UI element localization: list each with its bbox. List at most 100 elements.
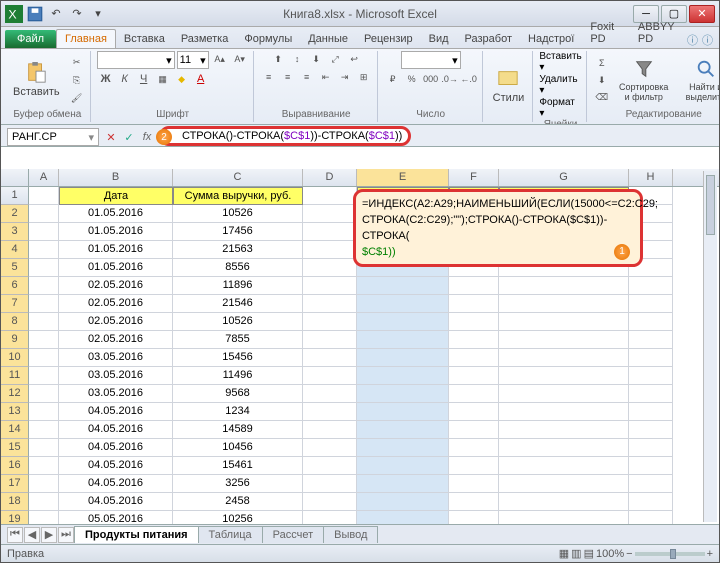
accept-formula-icon[interactable]: ✓ xyxy=(121,129,137,145)
cell[interactable] xyxy=(499,457,629,475)
cell[interactable] xyxy=(357,421,449,439)
cell[interactable] xyxy=(29,385,59,403)
number-format-select[interactable]: ▾ xyxy=(401,51,461,69)
cell[interactable] xyxy=(449,385,499,403)
cell[interactable]: 03.05.2016 xyxy=(59,349,173,367)
cell[interactable]: 01.05.2016 xyxy=(59,241,173,259)
cell[interactable] xyxy=(303,349,357,367)
col-header[interactable]: G xyxy=(499,169,629,186)
cell[interactable]: 04.05.2016 xyxy=(59,493,173,511)
row-header[interactable]: 11 xyxy=(1,367,29,385)
cell[interactable] xyxy=(357,493,449,511)
cell[interactable] xyxy=(449,313,499,331)
col-header[interactable]: H xyxy=(629,169,673,186)
wrap-text-icon[interactable]: ↩ xyxy=(345,51,363,67)
cell[interactable] xyxy=(29,349,59,367)
cell[interactable] xyxy=(303,241,357,259)
cell[interactable]: 01.05.2016 xyxy=(59,205,173,223)
cell[interactable] xyxy=(29,367,59,385)
cell[interactable]: 01.05.2016 xyxy=(59,259,173,277)
cell[interactable]: 04.05.2016 xyxy=(59,457,173,475)
cell[interactable]: 21546 xyxy=(173,295,303,313)
name-box[interactable]: РАНГ.СР▾ xyxy=(7,128,99,146)
cell[interactable] xyxy=(303,367,357,385)
cell[interactable] xyxy=(357,277,449,295)
cell[interactable]: 17456 xyxy=(173,223,303,241)
cell[interactable] xyxy=(629,421,673,439)
shrink-font-icon[interactable]: A▾ xyxy=(231,51,249,67)
cell[interactable] xyxy=(357,313,449,331)
percent-icon[interactable]: % xyxy=(403,71,421,87)
cell[interactable] xyxy=(303,385,357,403)
dec-decimal-icon[interactable]: ←.0 xyxy=(460,71,478,87)
row-header[interactable]: 13 xyxy=(1,403,29,421)
row-header[interactable]: 16 xyxy=(1,457,29,475)
cell[interactable] xyxy=(449,475,499,493)
cell[interactable]: 3256 xyxy=(173,475,303,493)
cell-header[interactable]: Дата xyxy=(59,187,173,205)
cell[interactable] xyxy=(29,421,59,439)
cell[interactable] xyxy=(629,331,673,349)
fill-color-icon[interactable]: ◆ xyxy=(173,71,191,87)
cell[interactable] xyxy=(629,277,673,295)
find-select-button[interactable]: Найти и выделить xyxy=(677,56,719,104)
cell[interactable]: 11896 xyxy=(173,277,303,295)
cell[interactable] xyxy=(357,457,449,475)
cell[interactable] xyxy=(449,277,499,295)
close-button[interactable]: ✕ xyxy=(689,5,715,23)
sort-filter-button[interactable]: Сортировка и фильтр xyxy=(615,56,673,104)
cell[interactable] xyxy=(303,223,357,241)
cell[interactable] xyxy=(629,475,673,493)
cell[interactable]: 02.05.2016 xyxy=(59,331,173,349)
formula-input[interactable]: 2 СТРОКА()-СТРОКА($C$1))-СТРОКА($C$1)) xyxy=(159,128,719,146)
cell[interactable] xyxy=(303,403,357,421)
bold-icon[interactable]: Ж xyxy=(97,71,115,87)
inc-decimal-icon[interactable]: .0→ xyxy=(441,71,459,87)
row-header[interactable]: 15 xyxy=(1,439,29,457)
grow-font-icon[interactable]: A▴ xyxy=(211,51,229,67)
row-header[interactable]: 12 xyxy=(1,385,29,403)
cell[interactable] xyxy=(303,277,357,295)
cell[interactable] xyxy=(629,457,673,475)
cell[interactable]: 15461 xyxy=(173,457,303,475)
cell[interactable]: 04.05.2016 xyxy=(59,439,173,457)
cell[interactable] xyxy=(29,187,59,205)
cell[interactable] xyxy=(303,475,357,493)
border-icon[interactable]: ▦ xyxy=(154,71,172,87)
cell[interactable] xyxy=(499,439,629,457)
cell[interactable] xyxy=(449,439,499,457)
row-header[interactable]: 17 xyxy=(1,475,29,493)
cell[interactable] xyxy=(29,313,59,331)
cell[interactable] xyxy=(357,331,449,349)
cell[interactable]: 9568 xyxy=(173,385,303,403)
cell[interactable] xyxy=(499,277,629,295)
cell[interactable]: 15456 xyxy=(173,349,303,367)
cell[interactable] xyxy=(629,313,673,331)
cell[interactable]: 10526 xyxy=(173,313,303,331)
align-bottom-icon[interactable]: ⬇ xyxy=(307,51,325,67)
cell[interactable]: 11496 xyxy=(173,367,303,385)
row-header[interactable]: 4 xyxy=(1,241,29,259)
cell[interactable]: 1234 xyxy=(173,403,303,421)
tab-formulas[interactable]: Формулы xyxy=(236,30,300,48)
align-top-icon[interactable]: ⬆ xyxy=(269,51,287,67)
row-header[interactable]: 10 xyxy=(1,349,29,367)
comma-icon[interactable]: 000 xyxy=(422,71,440,87)
cell[interactable] xyxy=(449,457,499,475)
cell[interactable]: 14589 xyxy=(173,421,303,439)
cell[interactable]: 02.05.2016 xyxy=(59,295,173,313)
cell[interactable]: 02.05.2016 xyxy=(59,313,173,331)
row-header[interactable]: 8 xyxy=(1,313,29,331)
format-painter-icon[interactable]: 🖌 xyxy=(68,90,86,106)
cell[interactable] xyxy=(29,331,59,349)
col-header[interactable]: E xyxy=(357,169,449,186)
cell[interactable] xyxy=(303,331,357,349)
tab-insert[interactable]: Вставка xyxy=(116,30,173,48)
tab-data[interactable]: Данные xyxy=(300,30,356,48)
row-header[interactable]: 5 xyxy=(1,259,29,277)
align-right-icon[interactable]: ≡ xyxy=(298,69,316,85)
cell[interactable] xyxy=(29,475,59,493)
italic-icon[interactable]: К xyxy=(116,71,134,87)
cell[interactable] xyxy=(449,349,499,367)
orientation-icon[interactable]: ⤢ xyxy=(326,51,344,67)
